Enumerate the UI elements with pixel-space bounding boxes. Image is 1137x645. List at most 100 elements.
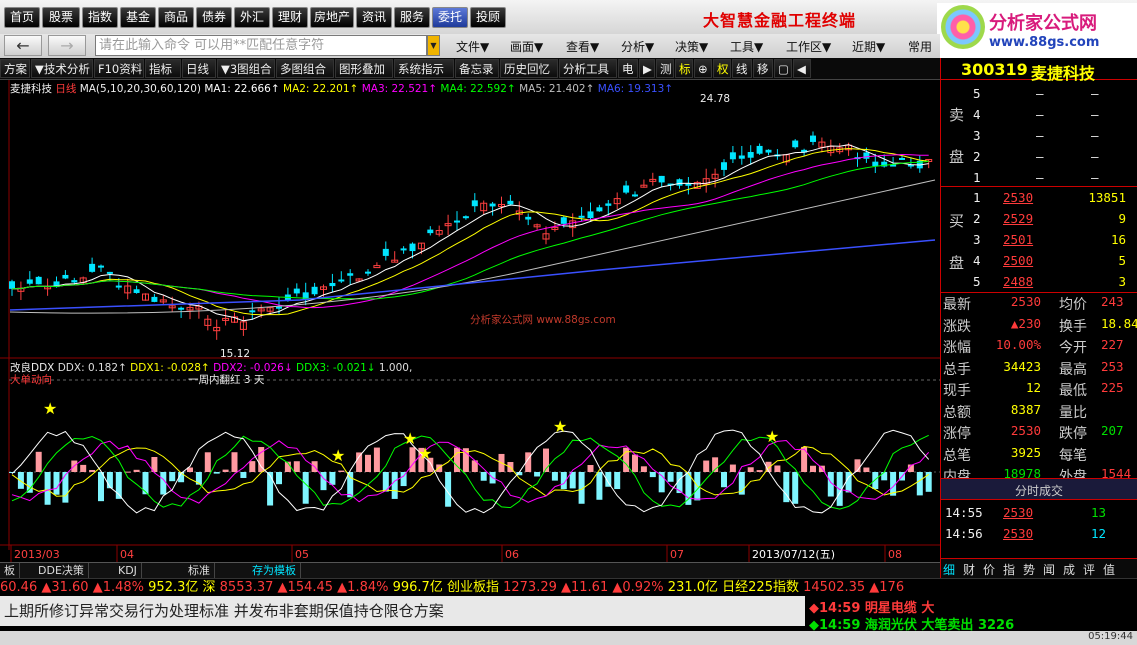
menu-3[interactable]: 分析▼: [621, 38, 654, 55]
side-tab-0[interactable]: 细: [943, 561, 955, 578]
indicator-tab-0[interactable]: 板: [0, 563, 20, 578]
toolbar-item-9[interactable]: 备忘录: [455, 59, 499, 78]
ticker-item-6: ▲154.45: [277, 580, 338, 595]
ddx-bar: [925, 472, 932, 492]
stats-divider: [941, 292, 1137, 293]
ddx-bar: [106, 472, 113, 489]
menu-8[interactable]: 常用: [908, 38, 932, 55]
index-ticker: 60.46 ▲31.60 ▲1.48% 952.3亿 深 8553.37 ▲15…: [0, 578, 1137, 595]
toolbar-item-7[interactable]: 图形叠加: [335, 59, 393, 78]
candle-down: [338, 279, 345, 282]
stat-label2-2: 今开: [1059, 340, 1087, 356]
command-dropdown-icon[interactable]: ▼: [427, 35, 440, 56]
candle-down: [872, 161, 879, 167]
menu-6[interactable]: 工作区▼: [786, 38, 831, 55]
stat-label2-3: 最高: [1059, 361, 1087, 378]
menu-4[interactable]: 决策▼: [675, 38, 708, 55]
toolbar-item-15[interactable]: 标: [675, 59, 693, 78]
toolbar-item-19[interactable]: 移: [753, 59, 773, 78]
toolbar-item-3[interactable]: 指标: [145, 59, 181, 78]
menu-2[interactable]: 查看▼: [566, 38, 599, 55]
top-button-0[interactable]: 首页: [4, 7, 40, 28]
forward-button[interactable]: →: [48, 35, 86, 56]
sell-price-5: —: [1036, 86, 1044, 101]
toolbar-item-5[interactable]: ▼3图组合: [217, 59, 275, 78]
alert-row-0[interactable]: ◆14:59 明星电缆 大: [805, 596, 1137, 616]
top-button-6[interactable]: 外汇: [234, 7, 270, 28]
ddx-bar: [240, 472, 247, 478]
command-input[interactable]: 请在此输入命令 可以用**匹配任意字符: [95, 35, 427, 56]
side-tab-2[interactable]: 价: [983, 561, 995, 578]
side-tab-7[interactable]: 评: [1083, 561, 1095, 578]
indicator-tab-2[interactable]: KDJ: [114, 563, 142, 578]
sell-volume-1: —: [1091, 170, 1099, 185]
ma5-line: [9, 179, 936, 314]
ddx-bar: [356, 452, 363, 472]
toolbar-item-16[interactable]: ⊕: [694, 59, 712, 78]
candle-down: [329, 282, 336, 287]
toolbar-item-6[interactable]: 多图组合: [276, 59, 334, 78]
menu-1[interactable]: 画面▼: [510, 38, 543, 55]
sell-volume-3: —: [1091, 128, 1099, 143]
candle-down: [462, 216, 469, 219]
candle-down: [151, 296, 158, 302]
ddx-bar: [801, 446, 808, 472]
news-headline[interactable]: 上期所修订异常交易行为处理标准 并发布非套期保值持仓限仓方案: [0, 596, 805, 626]
top-button-11[interactable]: 委托: [432, 7, 468, 28]
toolbar-item-20[interactable]: ▢: [774, 59, 792, 78]
top-button-5[interactable]: 债券: [196, 7, 232, 28]
top-button-8[interactable]: 房地产: [310, 7, 354, 28]
candle-down: [658, 175, 665, 183]
top-button-3[interactable]: 基金: [120, 7, 156, 28]
x-label-2: 05: [295, 548, 309, 561]
menu-0[interactable]: 文件▼: [456, 38, 489, 55]
high-price-label: 24.78: [700, 93, 731, 105]
toolbar-item-18[interactable]: 线: [732, 59, 752, 78]
toolbar-item-17[interactable]: 权: [713, 59, 731, 78]
menu-7[interactable]: 近期▼: [852, 38, 885, 55]
toolbar-item-1[interactable]: ▼技术分析: [31, 59, 93, 78]
side-tab-4[interactable]: 势: [1023, 561, 1035, 578]
indicator-tab-4[interactable]: 存为模板: [248, 563, 301, 578]
back-button[interactable]: ←: [4, 35, 42, 56]
candle-down: [810, 135, 816, 142]
star-marker: ★: [553, 417, 567, 436]
side-tab-8[interactable]: 值: [1103, 561, 1115, 578]
toolbar-item-21[interactable]: ◀: [793, 59, 811, 78]
ddx-bar: [916, 472, 923, 496]
side-tab-6[interactable]: 成: [1063, 561, 1075, 578]
toolbar-item-0[interactable]: 方案: [0, 59, 30, 78]
toolbar-item-10[interactable]: 历史回忆: [500, 59, 558, 78]
candle-down: [106, 271, 113, 274]
top-button-2[interactable]: 指数: [82, 7, 118, 28]
indicator-tab-1[interactable]: DDE决策: [34, 563, 89, 578]
toolbar-item-11[interactable]: 分析工具: [559, 59, 617, 78]
toolbar-item-2[interactable]: F10资料: [94, 59, 144, 78]
candle-down: [596, 207, 603, 212]
ticker-item-5: 8553.37: [219, 580, 278, 595]
top-button-10[interactable]: 服务: [394, 7, 430, 28]
top-button-1[interactable]: 股票: [42, 7, 80, 28]
top-button-4[interactable]: 商品: [158, 7, 194, 28]
top-button-7[interactable]: 理财: [272, 7, 308, 28]
side-tab-3[interactable]: 指: [1003, 561, 1015, 578]
top-button-9[interactable]: 资讯: [356, 7, 392, 28]
alert-row-1[interactable]: ◆14:59 海润光伏 大笔卖出 3226: [805, 613, 1137, 631]
stat-value-3: 34423: [1003, 358, 1041, 374]
side-tab-5[interactable]: 闻: [1043, 561, 1055, 578]
chart-area[interactable]: ★ ★ ★ ★ ★ ★ 2013/03 04 05 06 07 2013/07/12(五) 08 麦捷科…: [0, 80, 940, 562]
menu-5[interactable]: 工具▼: [730, 38, 763, 55]
tick-volume-0: 13: [1091, 505, 1107, 520]
ticker-item-15: 14502.35: [803, 580, 870, 595]
indicator-tab-3[interactable]: 标准: [184, 563, 215, 578]
ticker-item-16: ▲176: [869, 580, 905, 595]
toolbar-item-12[interactable]: 电: [618, 59, 638, 78]
toolbar-item-4[interactable]: 日线: [182, 59, 216, 78]
toolbar-item-8[interactable]: 系统指示: [394, 59, 454, 78]
toolbar-item-14[interactable]: 测: [656, 59, 674, 78]
stat-label-6: 涨停: [943, 426, 971, 442]
side-tab-1[interactable]: 财: [963, 561, 975, 578]
top-button-12[interactable]: 投顾: [470, 7, 506, 28]
toolbar-item-13[interactable]: ▶: [639, 59, 655, 78]
buy-volume-3: 16: [1110, 232, 1126, 247]
